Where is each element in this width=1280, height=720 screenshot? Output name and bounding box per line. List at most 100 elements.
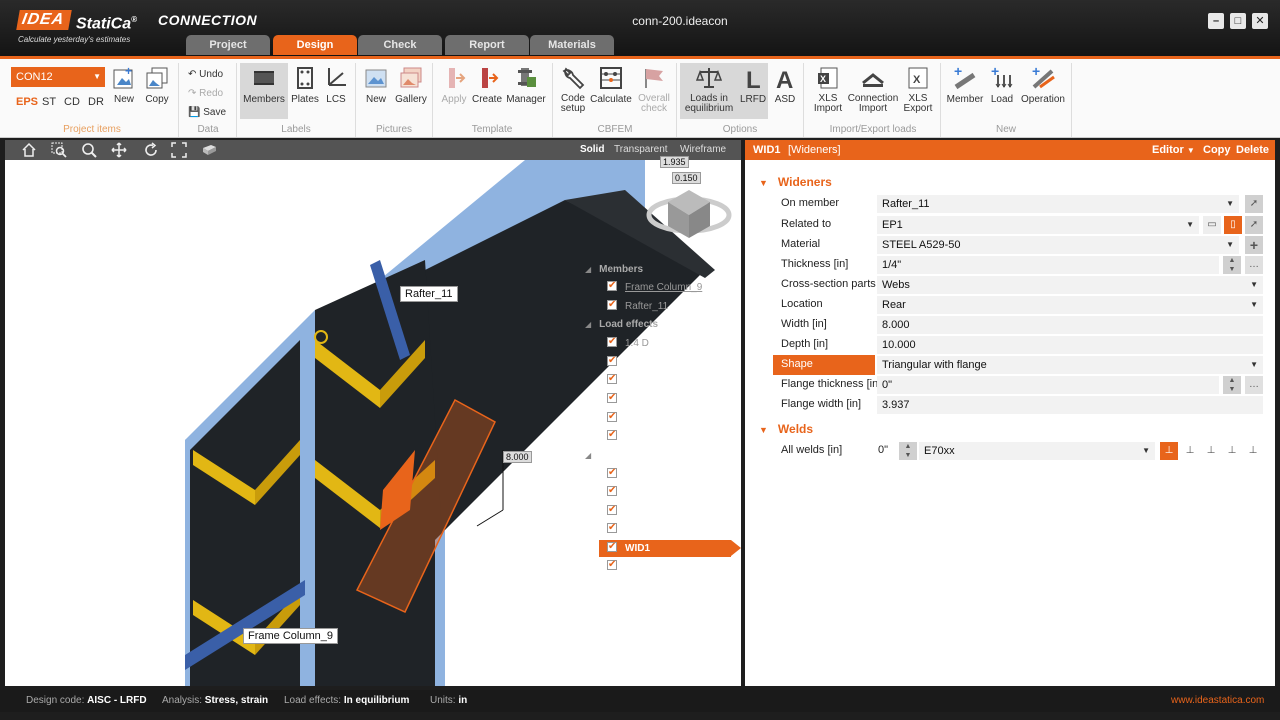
checkbox[interactable] [607,427,617,443]
member-label-column[interactable]: Frame Column_9 [243,628,338,644]
new-member-button[interactable]: + Member [944,63,986,119]
labels-lcs-button[interactable]: LCS [322,63,350,119]
new-operation-button[interactable]: + Operation [1018,63,1068,119]
tree-item-load-effect[interactable]: 1.2 D + 1.6 L + 0... [607,409,708,427]
gallery-button[interactable]: Gallery [394,63,428,119]
pick-related-button[interactable]: ➚ [1245,216,1263,234]
xls-export-button[interactable]: X XLS Export [900,63,936,119]
lrfd-button[interactable]: L LRFD [738,63,768,119]
tree-item-operation[interactable]: EP1 [607,520,644,538]
new-item-button[interactable]: + New [110,63,138,119]
weld-bevel-button[interactable]: ⊥ [1202,442,1220,460]
fit-extents-icon[interactable] [171,142,187,158]
home-icon[interactable] [21,142,37,158]
tree-item-operation[interactable]: CUT1 [607,465,651,483]
flange-width-input[interactable]: 3.937 [877,396,1263,414]
member-label-rafter[interactable]: Rafter_11 [400,286,458,302]
checkbox[interactable] [607,557,617,573]
editor-dropdown[interactable]: Editor ▼ [1152,140,1195,161]
related-to-select[interactable]: EP1 ▼ [877,216,1199,234]
pick-member-button[interactable]: ➚ [1245,195,1263,213]
checkbox[interactable] [607,539,617,555]
connection-import-button[interactable]: Connection Import [846,63,900,119]
tree-item-load-effect[interactable]: 1.2 D + 0.5 L + 1... [607,390,708,408]
tree-item-operation[interactable]: STIFF2 [607,502,658,520]
maximize-button[interactable]: □ [1230,13,1246,29]
weld-fillet-button[interactable]: ⊥ [1160,442,1178,460]
minimize-button[interactable]: – [1208,13,1224,29]
zoom-icon[interactable] [81,142,97,158]
shape-select[interactable]: Triangular with flange ▼ [877,356,1263,374]
related-edge-button[interactable]: ▯ [1224,216,1242,234]
cs-parts-select[interactable]: Webs ▼ [877,276,1263,294]
tree-group-load-effects[interactable]: ◢ Load effects [585,317,658,333]
xls-import-button[interactable]: X XLS Import [808,63,848,119]
checkbox[interactable] [607,278,617,294]
copy-operation-button[interactable]: Copy [1203,140,1231,160]
thickness-more-button[interactable]: … [1245,256,1263,274]
checkbox[interactable] [607,390,617,406]
material-select[interactable]: STEEL A529-50 ▼ [877,236,1239,254]
template-manager-button[interactable]: Manager [504,63,548,119]
mode-solid[interactable]: Solid [580,144,604,155]
website-link[interactable]: www.ideastatica.com [1171,690,1264,712]
tree-item-member[interactable]: Frame Column_9 [607,278,702,296]
labels-plates-button[interactable]: Plates [290,63,320,119]
mode-transparent[interactable]: Transparent [614,144,668,155]
design-tab-cd[interactable]: CD [64,96,80,108]
width-input[interactable]: 8.000 [877,316,1263,334]
new-load-button[interactable]: + Load [986,63,1018,119]
tab-check[interactable]: Check [358,35,442,55]
3d-viewport[interactable]: Solid Transparent Wireframe 8.000 0.150 … [5,140,741,686]
loads-in-equilibrium-button[interactable]: Loads in equilibrium [680,63,738,119]
checkbox[interactable] [607,483,617,499]
flange-thickness-input[interactable]: 0" [877,376,1219,394]
tab-design[interactable]: Design [273,35,357,55]
tab-materials[interactable]: Materials [530,35,614,55]
overall-check-button[interactable]: Overall check [634,63,674,119]
tree-item-operation[interactable]: STIFF3 [607,557,658,575]
redo-button[interactable]: ↷ Redo [188,88,223,99]
weld-double-fillet-button[interactable]: ⊥ [1181,442,1199,460]
asd-button[interactable]: A ASD [770,63,800,119]
tab-project[interactable]: Project [186,35,270,55]
tree-item-load-effect[interactable]: 1.4 D [607,334,649,352]
checkbox[interactable] [607,297,617,313]
design-tab-eps[interactable]: EPS [16,96,38,108]
weld-material-select[interactable]: E70xx ▼ [919,442,1155,460]
view-cube-icon[interactable] [201,142,217,158]
calculate-button[interactable]: Calculate [590,63,632,119]
checkbox[interactable] [607,371,617,387]
labels-members-button[interactable]: Members [240,63,288,119]
save-button[interactable]: 💾 Save [188,107,226,118]
depth-input[interactable]: 10.000 [877,336,1263,354]
tree-item-operation-selected[interactable]: WID1 [607,539,650,557]
add-material-button[interactable]: + [1245,236,1263,254]
location-select[interactable]: Rear ▼ [877,296,1263,314]
checkbox[interactable] [607,353,617,369]
tree-item-load-effect[interactable]: 1.2 D + 0.5 L [607,353,683,371]
tree-item-load-effect[interactable]: 1.2 D + 0.5 L + 1... [607,427,708,445]
checkbox[interactable] [607,465,617,481]
tree-item-operation[interactable]: STIFF1 [607,483,658,501]
related-plate-button[interactable]: ▭ [1203,216,1221,234]
checkbox[interactable] [607,409,617,425]
template-create-button[interactable]: Create [470,63,504,119]
weld-partial-button[interactable]: ⊥ [1223,442,1241,460]
checkbox[interactable] [607,502,617,518]
design-tab-dr[interactable]: DR [88,96,104,108]
close-button[interactable]: ✕ [1252,13,1268,29]
picture-new-button[interactable]: New [362,63,390,119]
weld-none-button[interactable]: ⊥ [1244,442,1262,460]
checkbox[interactable] [607,334,617,350]
tree-item-member[interactable]: Rafter_11 [607,297,668,315]
tree-group-members[interactable]: ◢ Members [585,262,643,278]
section-wideners[interactable]: ▼ Wideners [759,175,832,189]
connection-select[interactable]: CON12 ▼ [11,67,105,87]
weld-size-spinner[interactable]: ▲ ▼ [899,442,917,460]
design-tab-st[interactable]: ST [42,96,56,108]
template-apply-button[interactable]: Apply [438,63,470,119]
zoom-window-icon[interactable] [51,142,67,158]
delete-operation-button[interactable]: Delete [1236,140,1269,160]
all-welds-value[interactable]: 0" [878,444,888,456]
